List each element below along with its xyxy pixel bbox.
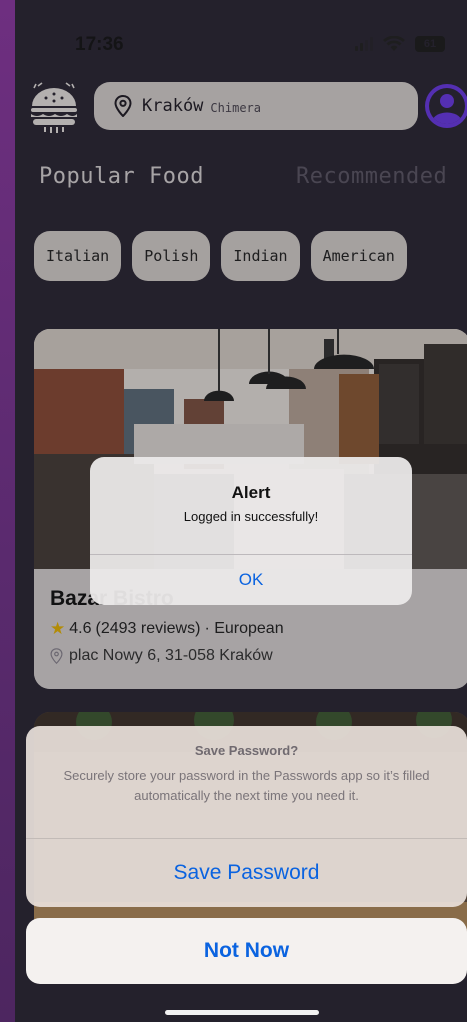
home-indicator[interactable] [165, 1010, 319, 1015]
save-password-sheet: Save Password? Securely store your passw… [26, 726, 467, 907]
save-password-message: Securely store your password in the Pass… [63, 768, 430, 803]
save-password-button[interactable]: Save Password [26, 839, 467, 907]
alert-ok-button[interactable]: OK [90, 555, 412, 605]
login-alert-dialog: Alert Logged in successfully! OK [90, 457, 412, 605]
alert-title: Alert [231, 483, 271, 502]
alert-message: Logged in successfully! [183, 509, 319, 524]
app-screen: 17:36 61 Kraków Chimera Popular Food Rec… [15, 0, 467, 1022]
not-now-button[interactable]: Not Now [26, 918, 467, 984]
save-password-title: Save Password? [194, 743, 299, 758]
